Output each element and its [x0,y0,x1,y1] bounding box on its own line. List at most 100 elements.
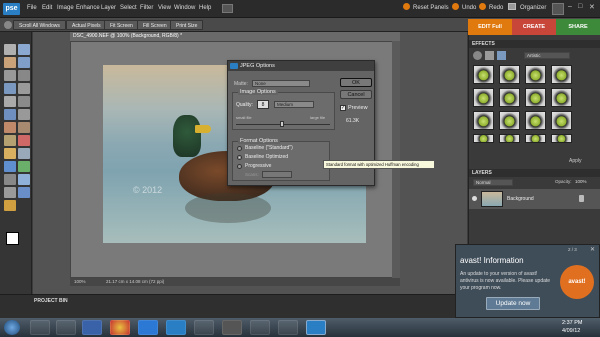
maximize-icon[interactable]: □ [578,3,582,10]
preview-checkbox[interactable]: ✓ [340,105,346,111]
tab-edit-full[interactable]: EDIT Full [468,19,512,35]
baseline-optimized-radio[interactable] [237,155,242,160]
blur-tool-icon[interactable] [18,174,30,185]
menu-edit[interactable]: Edit [42,5,52,11]
explorer-icon[interactable] [30,320,50,335]
photo-effects-icon[interactable] [497,51,506,60]
filters-icon[interactable] [473,51,482,60]
effect-thumb[interactable] [499,88,520,107]
zoom-tool-icon[interactable] [18,44,30,55]
print-size-button[interactable]: Print Size [170,20,204,30]
effect-thumb[interactable] [499,134,520,143]
quality-slider-thumb[interactable] [280,121,284,127]
effect-thumb[interactable] [525,111,546,130]
effect-thumb[interactable] [551,88,572,107]
minimize-icon[interactable]: – [568,3,572,10]
word-icon[interactable] [82,320,102,335]
lock-icon[interactable] [579,195,584,202]
document-tab[interactable]: DSC_4900.NEF @ 100% (Background, RGB/8) … [70,32,400,41]
layer-row[interactable]: Background [469,189,600,209]
menu-view[interactable]: View [158,5,171,11]
scroll-all-windows-button[interactable]: Scroll All Windows [13,20,66,30]
close-icon[interactable]: ✕ [589,3,595,11]
menu-help[interactable]: Help [199,5,211,11]
healing-brush-tool-icon[interactable] [18,122,30,133]
clock-date[interactable]: 4/09/12 [562,328,580,334]
app-icon[interactable] [278,320,298,335]
zoom-level[interactable]: 100% [74,278,86,286]
menu-window[interactable]: Window [174,5,195,11]
baseline-standard-radio[interactable] [237,146,242,151]
effect-thumb[interactable] [525,88,546,107]
type-tool-icon[interactable] [4,96,16,107]
hand-tool-icon[interactable] [4,57,16,68]
clock-time[interactable]: 2:37 PM [562,320,582,326]
undo-button[interactable]: Undo [462,5,476,11]
chrome-icon[interactable] [110,320,130,335]
menu-image[interactable]: Image [57,5,74,11]
project-bin-label[interactable]: PROJECT BIN [34,298,68,304]
quality-input[interactable]: 8 [257,100,269,109]
effect-thumb[interactable] [473,88,494,107]
gradient-tool-icon[interactable] [18,161,30,172]
menu-file[interactable]: File [27,5,37,11]
opacity-value[interactable]: 100% [575,179,587,184]
effect-thumb[interactable] [525,134,546,143]
marquee-tool-icon[interactable] [4,70,16,81]
menu-enhance[interactable]: Enhance [76,5,100,11]
scans-select[interactable]: 3 [262,171,292,178]
organizer-button[interactable]: Organizer [520,5,546,11]
quick-selection-tool-icon[interactable] [18,83,30,94]
content-aware-move-icon[interactable] [4,200,16,211]
home-icon[interactable] [552,3,564,15]
clone-stamp-tool-icon[interactable] [4,135,16,146]
cancel-button[interactable]: Cancel [340,90,372,99]
effect-thumb[interactable] [473,134,494,143]
effect-thumb[interactable] [473,65,494,84]
matte-select[interactable]: None [252,80,310,87]
files-icon[interactable] [194,320,214,335]
app-icon[interactable] [250,320,270,335]
fill-screen-button[interactable]: Fill Screen [137,20,173,30]
straighten-tool-icon[interactable] [18,109,30,120]
layer-styles-icon[interactable] [485,51,494,60]
app-logo[interactable]: pse [3,3,20,15]
reset-panels-button[interactable]: Reset Panels [413,5,449,11]
shape-tool-icon[interactable] [4,174,16,185]
crop-tool-icon[interactable] [18,96,30,107]
redo-button[interactable]: Redo [489,5,503,11]
internet-explorer-icon[interactable] [138,320,158,335]
tab-share[interactable]: SHARE [556,19,600,35]
blend-mode-select[interactable]: Normal [473,179,513,186]
media-icon[interactable] [56,320,76,335]
visibility-eye-icon[interactable] [472,196,477,201]
effects-panel-header[interactable]: EFFECTS [469,40,600,48]
smart-brush-tool-icon[interactable] [18,148,30,159]
actual-pixels-button[interactable]: Actual Pixels [66,20,107,30]
move-tool-icon[interactable] [4,44,16,55]
effect-thumb[interactable] [551,134,572,143]
pencil-tool-icon[interactable] [18,187,30,198]
lightroom-icon[interactable] [222,320,242,335]
menu-filter[interactable]: Filter [140,5,153,11]
effect-thumb[interactable] [499,65,520,84]
eraser-tool-icon[interactable] [18,135,30,146]
start-button[interactable] [4,320,20,335]
fit-screen-button[interactable]: Fit Screen [104,20,139,30]
close-notification-icon[interactable]: ✕ [590,246,595,253]
effect-thumb[interactable] [473,111,494,130]
apply-button[interactable]: Apply [569,158,582,164]
eyedropper-tool-icon[interactable] [18,57,30,68]
update-now-button[interactable]: Update now [486,297,540,310]
menu-select[interactable]: Select [120,5,137,11]
tab-create[interactable]: CREATE [512,19,556,35]
effect-thumb[interactable] [525,65,546,84]
cookie-cutter-tool-icon[interactable] [4,109,16,120]
menu-layer[interactable]: Layer [101,5,116,11]
paint-bucket-tool-icon[interactable] [4,161,16,172]
ok-button[interactable]: OK [340,78,372,87]
effect-thumb[interactable] [499,111,520,130]
effect-thumb[interactable] [551,65,572,84]
progressive-radio[interactable] [237,164,242,169]
sponge-tool-icon[interactable] [4,187,16,198]
